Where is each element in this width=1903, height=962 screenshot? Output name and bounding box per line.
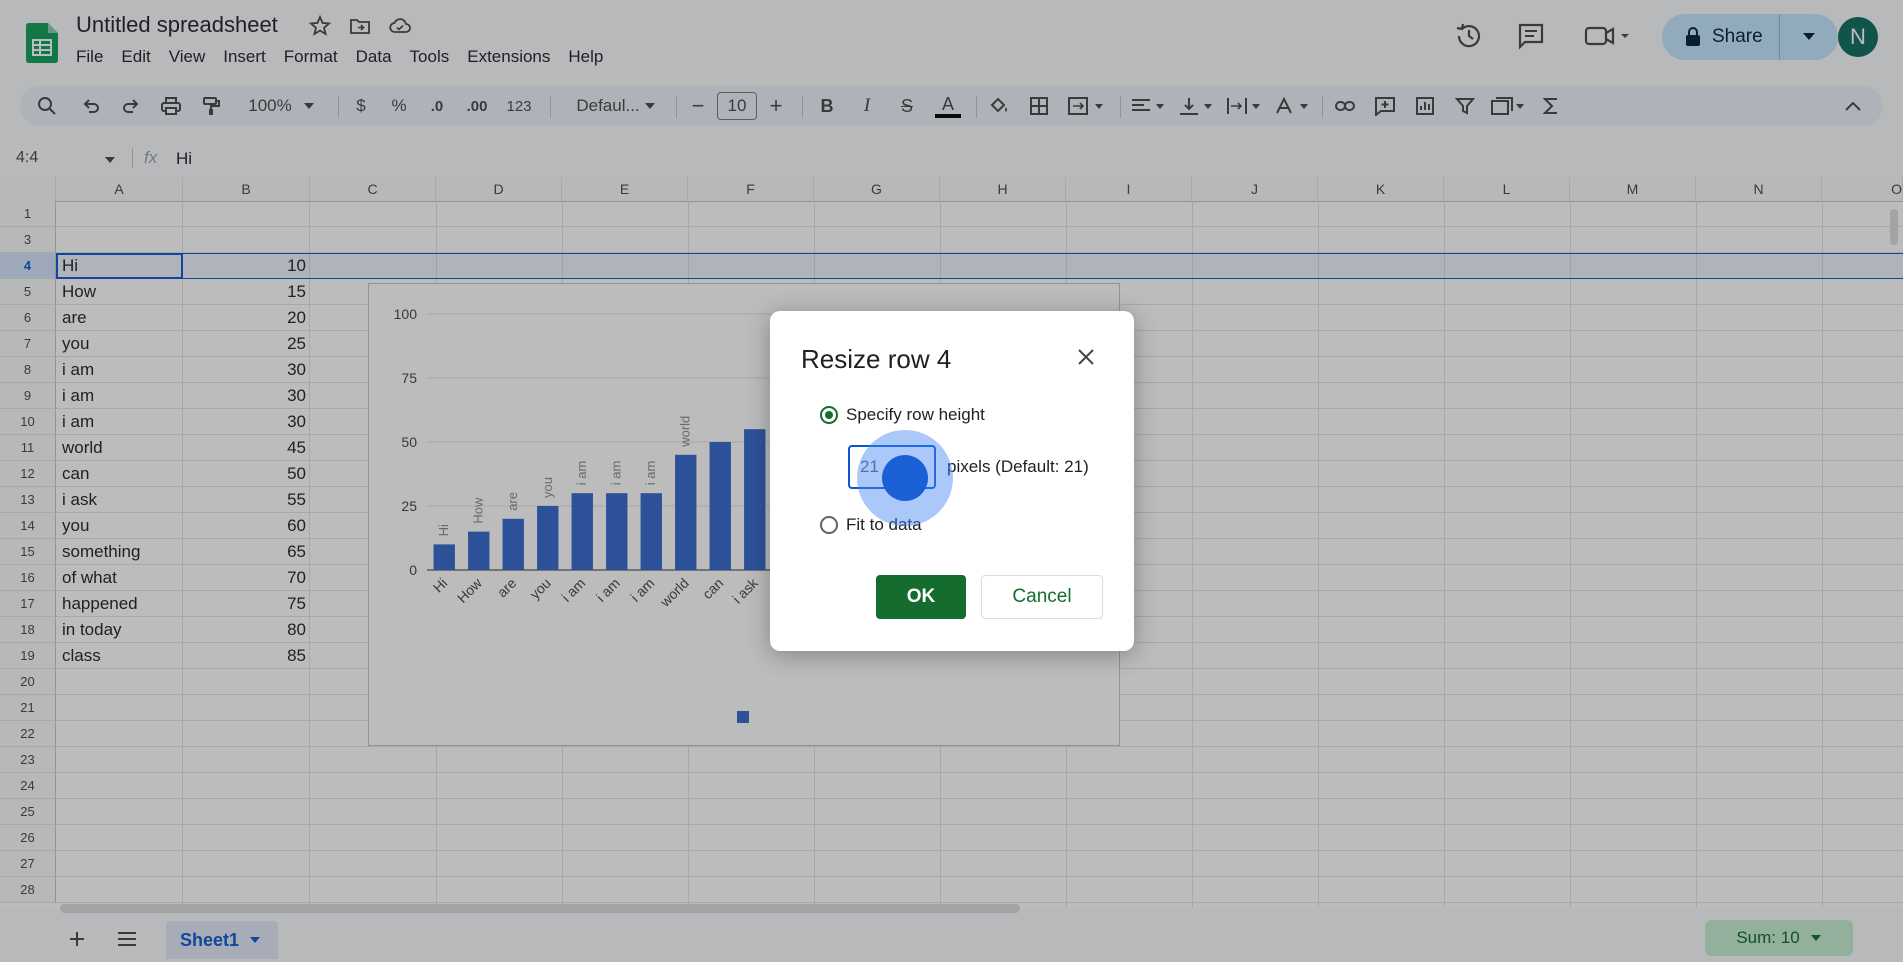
fit-to-data-radio[interactable]: [820, 516, 838, 534]
pixels-default-label: pixels (Default: 21): [947, 457, 1089, 476]
close-icon: [1078, 349, 1094, 365]
dialog-title: Resize row 4: [801, 344, 952, 374]
specify-height-label[interactable]: Specify row height: [846, 405, 985, 425]
click-indicator-dot: [882, 455, 928, 501]
specify-height-radio[interactable]: [820, 406, 838, 424]
cancel-button[interactable]: Cancel: [981, 575, 1103, 619]
ok-button[interactable]: OK: [876, 575, 966, 619]
close-button[interactable]: [1070, 341, 1102, 373]
